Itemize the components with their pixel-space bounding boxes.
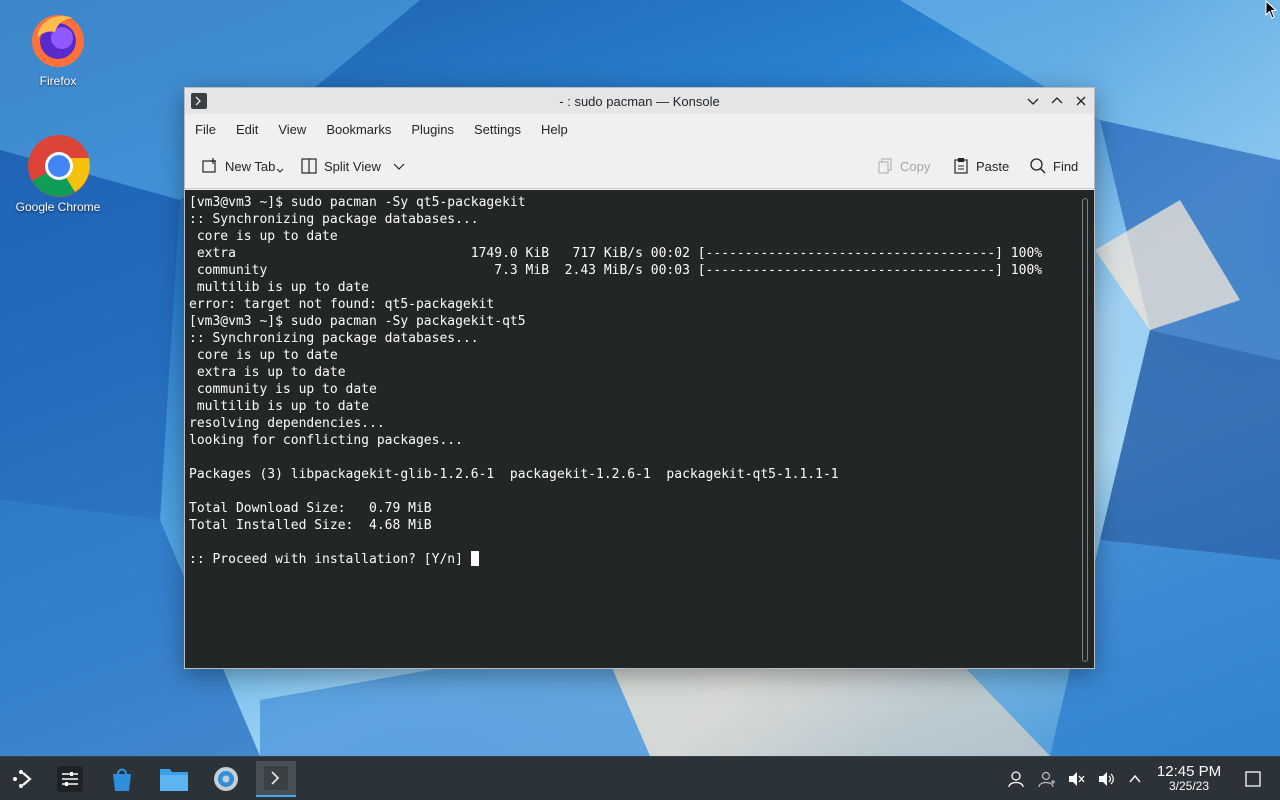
show-desktop-icon [1245, 771, 1261, 787]
mute-tray-button[interactable] [1066, 769, 1086, 789]
terminal-line: Packages (3) libpackagekit-glib-1.2.6-1 … [189, 467, 839, 482]
copy-icon [878, 158, 892, 174]
terminal-view[interactable]: [vm3@vm3 ~]$ sudo pacman -Sy qt5-package… [185, 190, 1094, 668]
clock-date: 3/25/23 [1168, 779, 1210, 793]
system-settings-button[interactable] [206, 761, 246, 797]
terminal-line: multilib is up to date [189, 399, 370, 414]
menu-plugins[interactable]: Plugins [411, 122, 454, 137]
terminal-line: multilib is up to date [189, 280, 370, 295]
volume-muted-icon [1069, 772, 1085, 786]
menu-bar: File Edit View Bookmarks Plugins Setting… [185, 114, 1094, 144]
terminal-line: :: Proceed with installation? [Y/n] [189, 552, 471, 567]
find-label: Find [1053, 158, 1079, 174]
konsole-window: - : sudo pacman — Konsole File Edit View… [184, 87, 1095, 669]
paste-icon [954, 158, 968, 174]
volume-tray-button[interactable] [1096, 769, 1116, 789]
split-view-button[interactable]: Split View [300, 156, 411, 176]
chevron-down-icon [1027, 98, 1039, 105]
chevron-down-icon [393, 163, 405, 170]
new-tab-button[interactable]: New Tab [201, 156, 284, 176]
terminal-cursor [470, 551, 479, 566]
search-icon [1030, 158, 1046, 174]
desktop-icon-firefox[interactable]: Firefox [10, 8, 106, 88]
menu-settings[interactable]: Settings [474, 122, 521, 137]
expand-tray-button[interactable] [1125, 769, 1145, 789]
users-tray-button[interactable] [1037, 769, 1057, 789]
desktop-icon-label: Firefox [39, 74, 77, 88]
split-view-icon [301, 158, 317, 174]
chevron-down-icon [276, 168, 284, 173]
pager-icon [57, 766, 83, 792]
clock-time: 12:45 PM [1156, 763, 1222, 780]
maximize-button[interactable] [1048, 92, 1066, 110]
mouse-cursor-icon [1265, 0, 1278, 19]
copy-label: Copy [900, 158, 931, 174]
menu-file[interactable]: File [195, 122, 216, 137]
taskbar: 12:45 PM 3/25/23 [0, 756, 1280, 800]
toolbar: New Tab Split View Copy Paste Find [185, 144, 1094, 189]
split-view-label: Split View [324, 158, 381, 174]
clock[interactable]: 12:45 PM 3/25/23 [1150, 763, 1228, 793]
copy-button[interactable]: Copy [876, 156, 930, 176]
konsole-task-button[interactable] [256, 761, 296, 797]
close-button[interactable] [1072, 92, 1090, 110]
terminal-line: Total Installed Size: 4.68 MiB [189, 518, 432, 533]
firefox-icon [27, 8, 89, 70]
user-tray-button[interactable] [1006, 769, 1026, 789]
discover-button[interactable] [102, 761, 142, 797]
desktop-icon-label: Google Chrome [15, 200, 101, 214]
discover-icon [113, 768, 131, 791]
terminal-line: Total Download Size: 0.79 MiB [189, 501, 432, 516]
terminal-output: [vm3@vm3 ~]$ sudo pacman -Sy qt5-package… [189, 194, 1042, 568]
app-launcher-icon [13, 770, 32, 788]
new-tab-icon [202, 158, 216, 173]
dolphin-button[interactable] [154, 761, 194, 797]
terminal-line: looking for conflicting packages... [189, 433, 463, 448]
chrome-icon [27, 134, 90, 197]
terminal-line: [vm3@vm3 ~]$ sudo pacman -Sy qt5-package… [189, 195, 526, 210]
pager-button[interactable] [50, 761, 90, 797]
desktop-icon-chrome[interactable]: Google Chrome [10, 134, 106, 214]
new-tab-label: New Tab [225, 158, 276, 174]
terminal-line: core is up to date [189, 229, 338, 244]
menu-edit[interactable]: Edit [236, 122, 258, 137]
title-bar[interactable]: - : sudo pacman — Konsole [185, 88, 1094, 114]
terminal-line: [vm3@vm3 ~]$ sudo pacman -Sy packagekit-… [189, 314, 526, 329]
minimize-button[interactable] [1024, 92, 1042, 110]
terminal-line: :: Synchronizing package databases... [189, 331, 479, 346]
volume-icon [1099, 772, 1114, 786]
show-desktop-button[interactable] [1243, 769, 1263, 789]
folder-icon [160, 769, 188, 791]
terminal-line: community 7.3 MiB 2.43 MiB/s 00:03 [----… [189, 263, 1043, 278]
close-icon [1076, 96, 1086, 106]
terminal-line: extra 1749.0 KiB 717 KiB/s 00:02 [------… [189, 246, 1043, 261]
terminal-line: error: target not found: qt5-packagekit [189, 297, 495, 312]
paste-button[interactable]: Paste [952, 156, 1009, 176]
konsole-icon [264, 766, 288, 790]
menu-help[interactable]: Help [541, 122, 568, 137]
terminal-scrollbar[interactable] [1082, 198, 1088, 662]
chevron-up-icon [1051, 97, 1063, 104]
terminal-line: resolving dependencies... [189, 416, 385, 431]
terminal-line: extra is up to date [189, 365, 346, 380]
user-icon [1008, 771, 1024, 788]
settings-gear-icon [214, 767, 238, 791]
terminal-line: :: Synchronizing package databases... [189, 212, 479, 227]
terminal-line: core is up to date [189, 348, 338, 363]
terminal-line: community is up to date [189, 382, 377, 397]
app-launcher-button[interactable] [2, 761, 42, 797]
window-title: - : sudo pacman — Konsole [559, 94, 720, 109]
menu-view[interactable]: View [278, 122, 306, 137]
find-button[interactable]: Find [1029, 156, 1078, 176]
menu-bookmarks[interactable]: Bookmarks [326, 122, 391, 137]
chevron-up-icon [1129, 774, 1141, 783]
paste-label: Paste [976, 158, 1010, 174]
users-icon [1038, 771, 1055, 788]
